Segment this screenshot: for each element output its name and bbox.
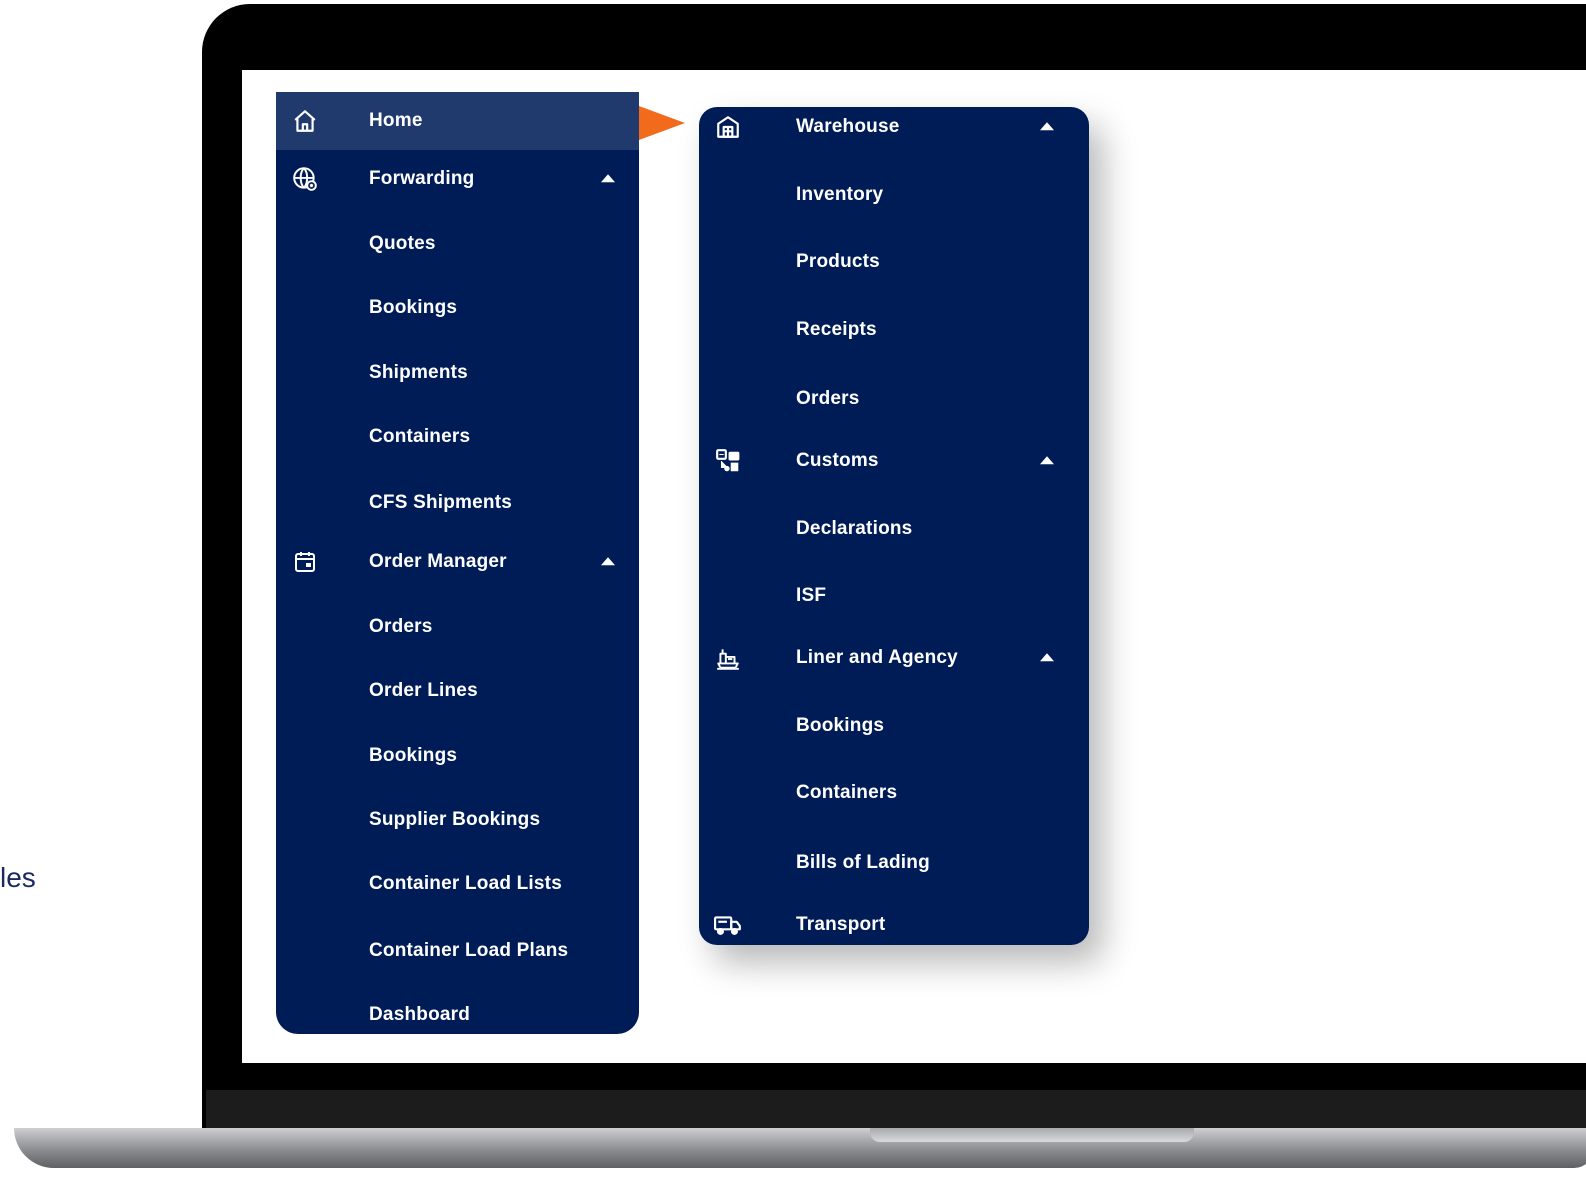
chevron-up-icon[interactable] <box>1040 653 1054 662</box>
nav-item-home[interactable]: Home <box>276 92 639 150</box>
nav-subitem-containers[interactable]: Containers <box>276 408 639 466</box>
nav-subitem-bookings[interactable]: Bookings <box>276 727 639 785</box>
nav-item-label: Shipments <box>369 362 468 383</box>
nav-item-label: Order Lines <box>369 680 478 701</box>
nav-subitem-declarations[interactable]: Declarations <box>699 500 1089 558</box>
ship-icon <box>714 644 742 672</box>
laptop-base <box>14 1128 1586 1168</box>
nav-item-label: Container Load Lists <box>369 873 562 894</box>
nav-item-label: Quotes <box>369 233 436 254</box>
nav-subitem-orders[interactable]: Orders <box>276 598 639 656</box>
globe-icon <box>291 165 319 193</box>
calendar-box-icon <box>291 548 319 576</box>
nav-item-label: Liner and Agency <box>796 647 958 668</box>
nav-item-label: Inventory <box>796 184 884 205</box>
nav-item-label: Supplier Bookings <box>369 809 541 830</box>
nav-item-label: Home <box>369 110 423 131</box>
nav-item-label: Order Manager <box>369 551 507 572</box>
chevron-up-icon[interactable] <box>601 174 615 183</box>
nav-subitem-order-lines[interactable]: Order Lines <box>276 662 639 720</box>
nav-subitem-shipments[interactable]: Shipments <box>276 344 639 402</box>
nav-subitem-supplier-bookings[interactable]: Supplier Bookings <box>276 791 639 849</box>
nav-item-liner-and-agency[interactable]: Liner and Agency <box>699 629 1089 687</box>
nav-subitem-bookings[interactable]: Bookings <box>276 279 639 337</box>
home-icon <box>291 107 319 135</box>
nav-subitem-containers[interactable]: Containers <box>699 764 1089 822</box>
laptop-bezel-bottom <box>206 1090 1586 1132</box>
nav-item-label: Bookings <box>796 715 885 736</box>
warehouse-icon <box>714 113 742 141</box>
nav-item-label: Warehouse <box>796 116 900 137</box>
nav-item-transport[interactable]: Transport <box>699 896 1089 945</box>
nav-item-label: CFS Shipments <box>369 492 513 513</box>
nav-item-label: Containers <box>796 782 898 803</box>
nav-item-label: Dashboard <box>369 1004 471 1025</box>
nav-subitem-container-load-plans[interactable]: Container Load Plans <box>276 922 639 980</box>
customs-icon <box>714 447 742 475</box>
nav-item-label: Orders <box>796 388 860 409</box>
nav-item-label: ISF <box>796 585 827 606</box>
nav-item-label: Products <box>796 251 880 272</box>
nav-subitem-orders[interactable]: Orders <box>699 370 1089 428</box>
nav-item-label: Bookings <box>369 745 458 766</box>
nav-item-label: Container Load Plans <box>369 940 569 961</box>
nav-subitem-isf[interactable]: ISF <box>699 567 1089 625</box>
nav-item-label: Forwarding <box>369 168 475 189</box>
nav-subitem-quotes[interactable]: Quotes <box>276 215 639 273</box>
right-nav-menu: Warehouse Inventory Products Receipts Or… <box>699 107 1089 945</box>
nav-item-customs[interactable]: Customs <box>699 432 1089 490</box>
nav-subitem-bills-of-lading[interactable]: Bills of Lading <box>699 834 1089 892</box>
nav-item-label: Transport <box>796 914 886 935</box>
nav-subitem-dashboard[interactable]: Dashboard <box>276 986 639 1034</box>
nav-item-label: Bills of Lading <box>796 852 930 873</box>
nav-item-label: Declarations <box>796 518 913 539</box>
left-nav-menu: Home Forwarding Quotes Bookings Shipment… <box>276 92 639 1034</box>
nav-subitem-receipts[interactable]: Receipts <box>699 301 1089 359</box>
nav-item-order-manager[interactable]: Order Manager <box>276 533 639 591</box>
chevron-up-icon[interactable] <box>601 557 615 566</box>
nav-subitem-inventory[interactable]: Inventory <box>699 166 1089 224</box>
cropped-background-text: les <box>0 862 36 893</box>
nav-item-label: Customs <box>796 450 879 471</box>
laptop-notch <box>870 1128 1194 1142</box>
chevron-up-icon[interactable] <box>1040 122 1054 131</box>
nav-item-label: Bookings <box>369 297 458 318</box>
nav-subitem-cfs-shipments[interactable]: CFS Shipments <box>276 474 639 532</box>
nav-item-warehouse[interactable]: Warehouse <box>699 107 1089 156</box>
nav-item-label: Receipts <box>796 319 877 340</box>
pointer-arrow-icon <box>639 106 685 140</box>
chevron-up-icon[interactable] <box>1040 456 1054 465</box>
nav-subitem-container-load-lists[interactable]: Container Load Lists <box>276 855 639 913</box>
nav-subitem-bookings[interactable]: Bookings <box>699 697 1089 755</box>
nav-item-forwarding[interactable]: Forwarding <box>276 150 639 208</box>
nav-subitem-products[interactable]: Products <box>699 233 1089 291</box>
nav-item-label: Containers <box>369 426 471 447</box>
nav-item-label: Orders <box>369 616 433 637</box>
truck-icon <box>714 911 742 939</box>
